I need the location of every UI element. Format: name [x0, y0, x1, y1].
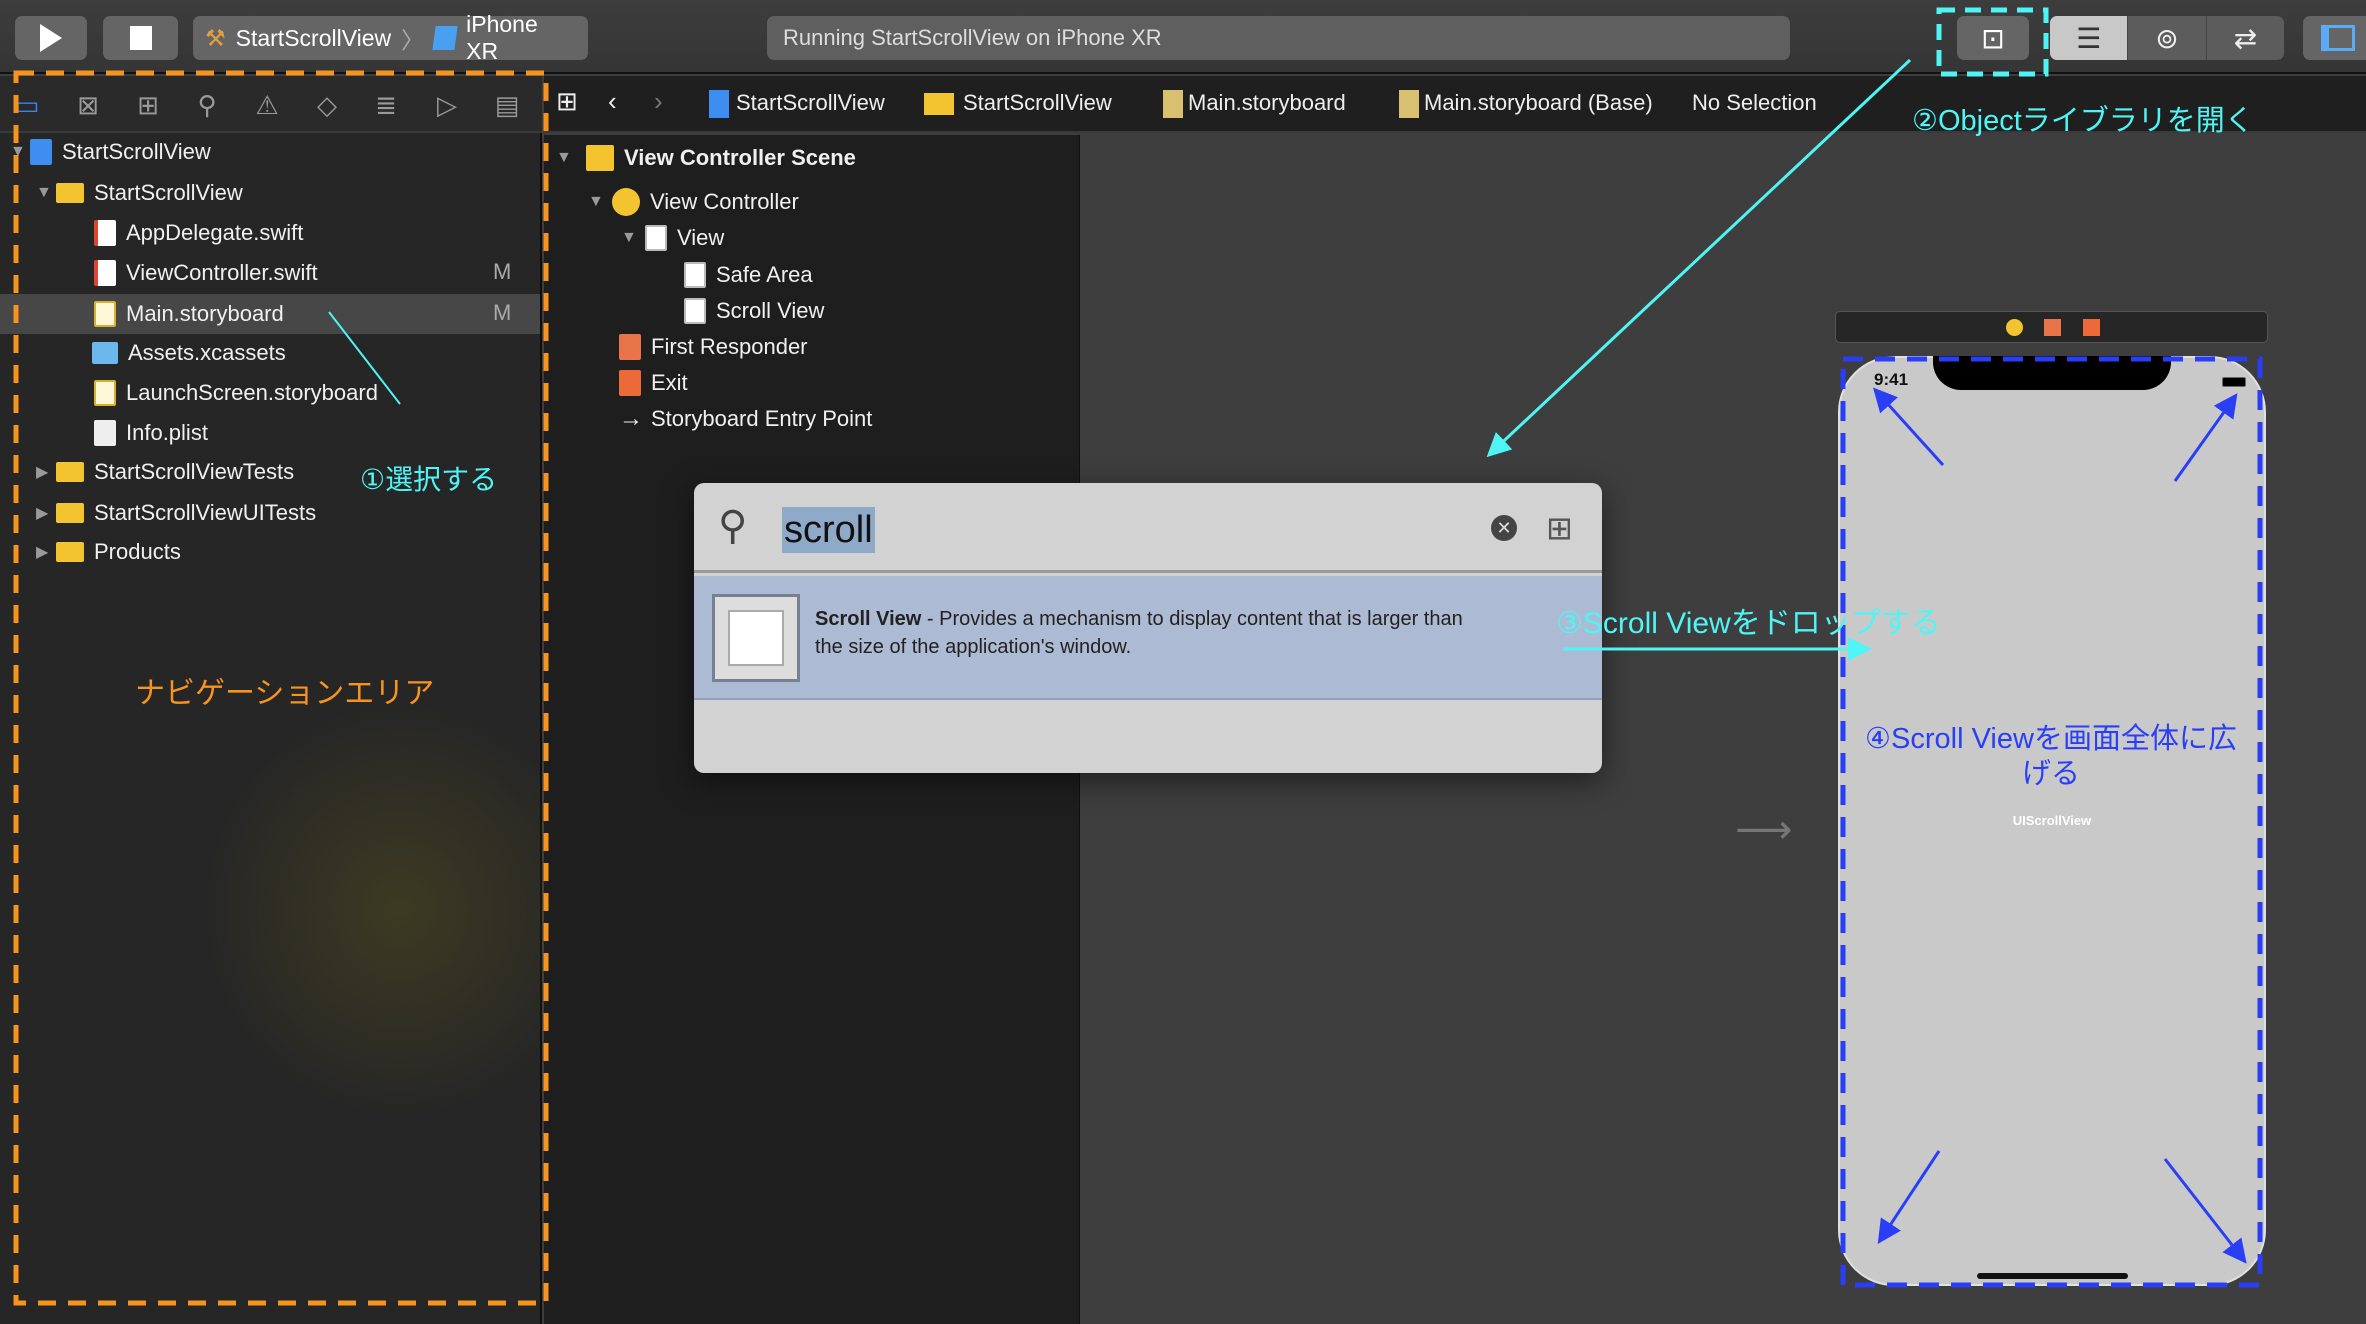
step2-pointer	[1486, 58, 1912, 458]
expand-arrow	[1872, 387, 1945, 467]
expand-arrow	[1877, 1150, 1941, 1245]
step4-annotation: ④Scroll Viewを画面全体に広 げる	[1842, 722, 2260, 792]
library-button-highlight-box	[1936, 7, 2049, 77]
navigator-area-annotation: ナビゲーションエリア	[135, 677, 435, 710]
expand-arrow	[2173, 393, 2238, 482]
annotation-overlay	[13, 7, 2263, 1306]
step3-annotation: ③Scroll Viewをドロップする	[1556, 607, 1941, 640]
step4-line: げる	[2021, 758, 2080, 790]
step4-line: ④Scroll Viewを画面全体に広	[1865, 723, 2237, 755]
expand-arrow	[2163, 1158, 2247, 1264]
phone-fill-highlight-box	[1840, 356, 2263, 1288]
step1-annotation: ①選択する	[360, 464, 498, 495]
step2-annotation: ②Objectライブラリを開く	[1912, 105, 2254, 137]
step1-pointer	[328, 311, 401, 405]
